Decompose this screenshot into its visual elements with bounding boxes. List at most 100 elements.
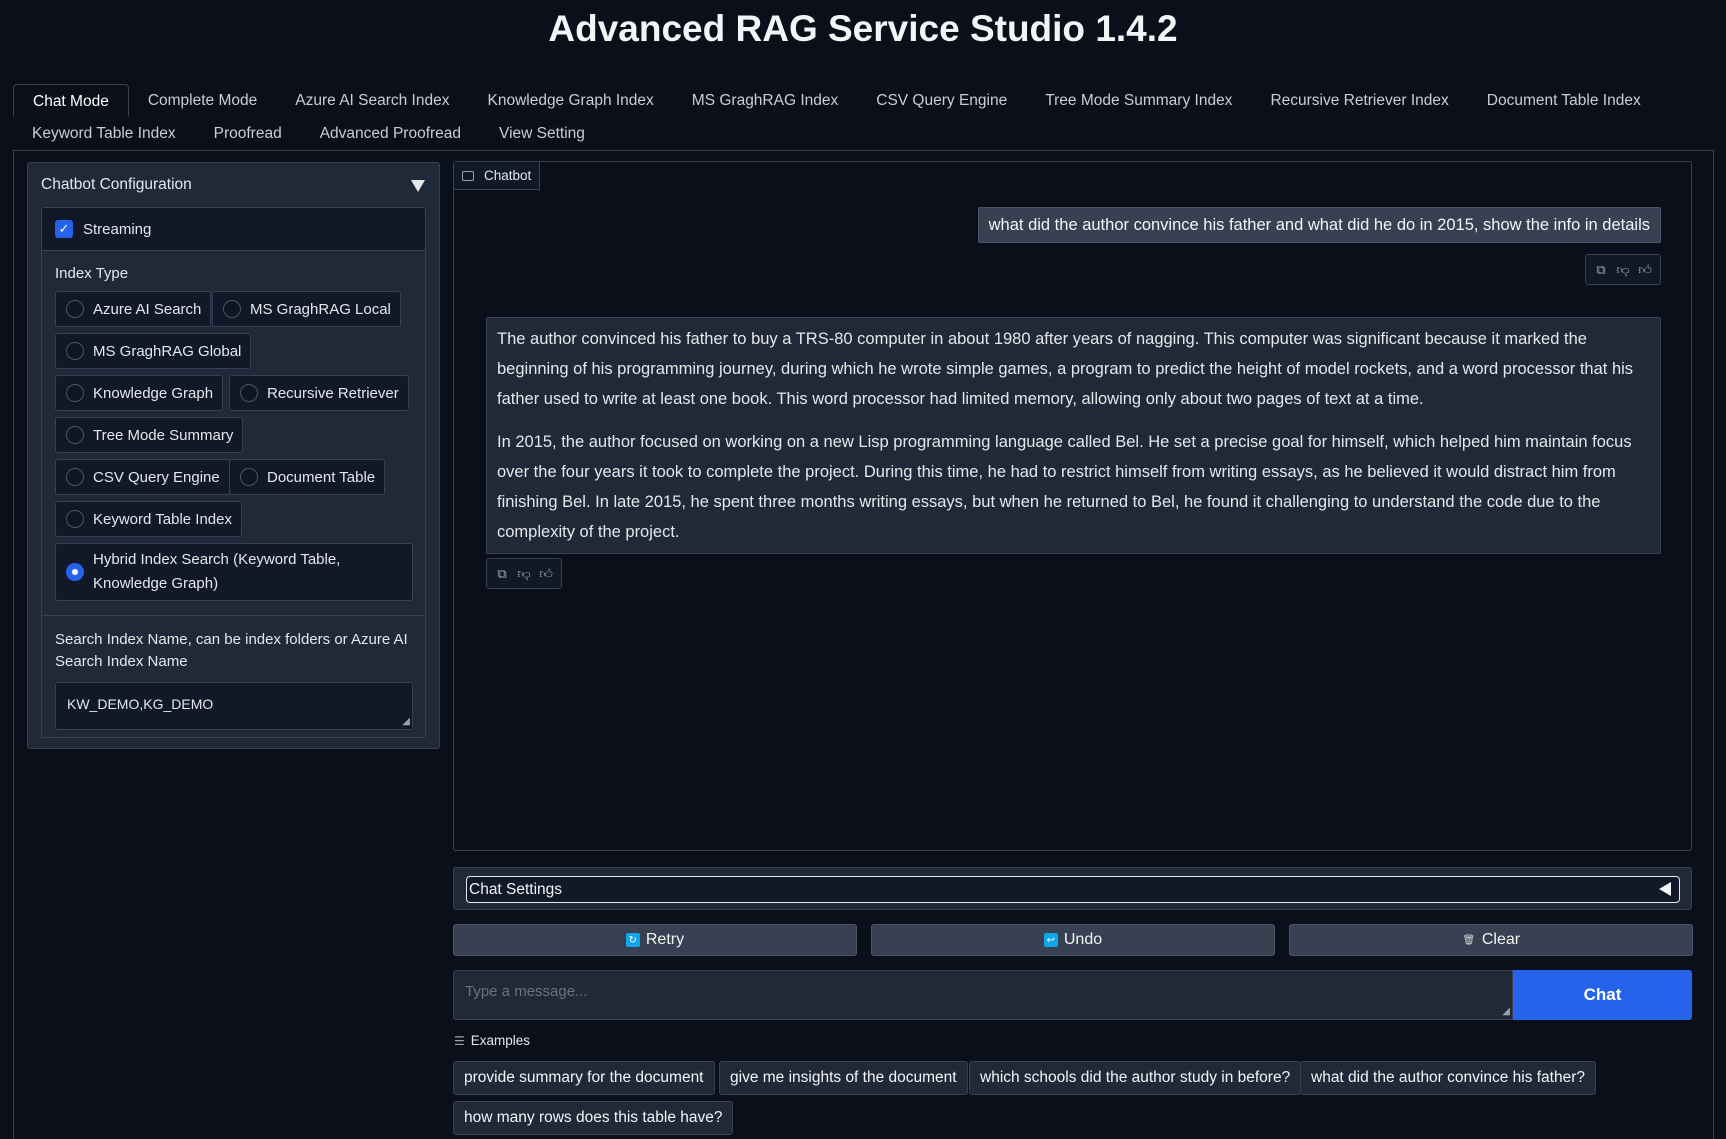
example-item[interactable]: give me insights of the document <box>719 1061 968 1095</box>
thumbs-up-icon[interactable]: 👍︎ <box>536 564 556 584</box>
radio-label: Tree Mode Summary <box>93 426 234 444</box>
clear-button[interactable]: 🗑︎ Clear <box>1289 924 1693 956</box>
example-item[interactable]: which schools did the author study in be… <box>969 1061 1302 1095</box>
tab-ms-graphrag-index[interactable]: MS GraghRAG Index <box>673 84 857 117</box>
collapse-triangle-icon[interactable] <box>411 180 425 192</box>
radio-dot-selected[interactable] <box>66 563 84 581</box>
message-input[interactable]: Type a message... ◢ <box>453 970 1513 1020</box>
radio-document-table[interactable]: Document Table <box>229 459 386 495</box>
retry-button[interactable]: ↻ Retry <box>453 924 857 956</box>
undo-icon: ↩ <box>1043 933 1058 947</box>
expand-triangle-icon[interactable] <box>1659 882 1671 896</box>
tab-chat-mode[interactable]: Chat Mode <box>13 84 129 117</box>
radio-dot[interactable] <box>223 300 241 318</box>
message-input-placeholder: Type a message... <box>465 983 588 1000</box>
tab-advanced-proofread[interactable]: Advanced Proofread <box>301 117 480 150</box>
radio-tree-mode-summary[interactable]: Tree Mode Summary <box>55 417 244 453</box>
copy-icon[interactable]: ⧉ <box>1591 260 1611 280</box>
search-index-value: KW_DEMO,KG_DEMO <box>67 696 214 712</box>
radio-label: CSV Query Engine <box>93 468 220 486</box>
app-title: Advanced RAG Service Studio 1.4.2 <box>548 8 1178 49</box>
thumbs-down-icon[interactable]: 👎︎ <box>1613 260 1633 280</box>
index-type-group: Index Type Azure AI Search MS GraghRAG L… <box>41 251 426 616</box>
retry-label: Retry <box>645 931 685 948</box>
index-type-label: Index Type <box>55 265 129 282</box>
tab-bar: Chat Mode Complete Mode Azure AI Search … <box>13 84 1713 150</box>
radio-dot[interactable] <box>66 426 84 444</box>
tab-azure-ai-search-index[interactable]: Azure AI Search Index <box>276 84 468 117</box>
example-item[interactable]: how many rows does this table have? <box>453 1101 734 1135</box>
undo-button[interactable]: ↩ Undo <box>871 924 1275 956</box>
user-message-actions: ⧉ 👎︎ 👍︎ <box>1585 254 1661 285</box>
radio-label: Document Table <box>267 468 376 486</box>
retry-icon: ↻ <box>625 933 640 947</box>
chat-settings-header[interactable]: Chat Settings <box>466 876 1680 903</box>
radio-dot[interactable] <box>240 384 258 402</box>
tab-knowledge-graph-index[interactable]: Knowledge Graph Index <box>468 84 672 117</box>
radio-label: Hybrid Index Search (Keyword Table, Know… <box>93 551 341 592</box>
bot-paragraph: The author convinced his father to buy a… <box>497 330 1634 408</box>
examples-label: Examples <box>470 1033 531 1048</box>
tab-complete-mode[interactable]: Complete Mode <box>129 84 276 117</box>
streaming-checkbox-row[interactable]: ✓ Streaming <box>41 207 426 251</box>
user-message: what did the author convince his father … <box>977 207 1661 243</box>
chat-settings-label: Chat Settings <box>469 881 563 898</box>
chatbot-configuration-panel: Chatbot Configuration ✓ Streaming Index … <box>27 162 440 749</box>
config-header-label: Chatbot Configuration <box>41 176 192 193</box>
tab-tree-mode-summary-index[interactable]: Tree Mode Summary Index <box>1026 84 1251 117</box>
tab-proofread[interactable]: Proofread <box>195 117 301 150</box>
trash-icon: 🗑︎ <box>1462 934 1476 946</box>
search-index-name-group: Search Index Name, can be index folders … <box>41 616 426 738</box>
chatbot-label: Chatbot <box>484 168 532 183</box>
radio-dot[interactable] <box>66 510 84 528</box>
streaming-checkbox[interactable]: ✓ <box>55 220 73 238</box>
bot-message: The author convinced his father to buy a… <box>486 317 1661 554</box>
radio-dot[interactable] <box>66 468 84 486</box>
radio-label: Azure AI Search <box>93 300 202 318</box>
radio-ms-graphrag-global[interactable]: MS GraghRAG Global <box>55 333 252 369</box>
copy-icon[interactable]: ⧉ <box>492 564 512 584</box>
chatbot-label-tag: Chatbot <box>454 162 541 190</box>
tab-view-setting[interactable]: View Setting <box>480 117 604 150</box>
examples-header: ☰ Examples <box>454 1033 530 1048</box>
list-icon: ☰ <box>454 1033 465 1048</box>
chat-settings-accordion[interactable]: Chat Settings <box>453 867 1692 910</box>
radio-knowledge-graph[interactable]: Knowledge Graph <box>55 375 224 411</box>
radio-dot[interactable] <box>240 468 258 486</box>
radio-keyword-table-index[interactable]: Keyword Table Index <box>55 501 242 537</box>
tab-recursive-retriever-index[interactable]: Recursive Retriever Index <box>1251 84 1467 117</box>
example-item[interactable]: what did the author convince his father? <box>1300 1061 1597 1095</box>
search-index-name-label: Search Index Name, can be index folders … <box>55 631 408 670</box>
resize-handle-icon[interactable]: ◢ <box>402 716 410 727</box>
tab-keyword-table-index[interactable]: Keyword Table Index <box>13 117 195 150</box>
example-item[interactable]: provide summary for the document <box>453 1061 715 1095</box>
radio-dot[interactable] <box>66 384 84 402</box>
chat-send-button[interactable]: Chat <box>1513 970 1692 1020</box>
thumbs-down-icon[interactable]: 👎︎ <box>514 564 534 584</box>
clear-label: Clear <box>1481 931 1521 948</box>
radio-dot[interactable] <box>66 300 84 318</box>
chat-bubble-icon <box>462 170 474 181</box>
bot-paragraph: In 2015, the author focused on working o… <box>497 433 1632 541</box>
config-accordion-header[interactable]: Chatbot Configuration <box>28 163 439 207</box>
tab-csv-query-engine[interactable]: CSV Query Engine <box>857 84 1026 117</box>
thumbs-up-icon[interactable]: 👍︎ <box>1635 260 1655 280</box>
bot-message-actions: ⧉ 👎︎ 👍︎ <box>486 558 562 589</box>
radio-recursive-retriever[interactable]: Recursive Retriever <box>229 375 409 411</box>
tab-document-table-index[interactable]: Document Table Index <box>1468 84 1660 117</box>
radio-ms-graphrag-local[interactable]: MS GraghRAG Local <box>212 291 401 327</box>
search-index-name-input[interactable]: KW_DEMO,KG_DEMO ◢ <box>55 682 413 730</box>
radio-label: Keyword Table Index <box>93 510 232 528</box>
radio-label: Knowledge Graph <box>93 384 214 402</box>
resize-handle-icon[interactable]: ◢ <box>1502 1006 1510 1017</box>
radio-label: MS GraghRAG Global <box>93 342 242 360</box>
radio-label: MS GraghRAG Local <box>250 300 391 318</box>
radio-label: Recursive Retriever <box>267 384 399 402</box>
radio-azure-ai-search[interactable]: Azure AI Search <box>55 291 212 327</box>
radio-csv-query-engine[interactable]: CSV Query Engine <box>55 459 230 495</box>
streaming-label: Streaming <box>83 220 152 238</box>
radio-dot[interactable] <box>66 342 84 360</box>
chatbot-panel: Chatbot what did the author convince his… <box>453 161 1692 851</box>
radio-hybrid-index-search[interactable]: Hybrid Index Search (Keyword Table, Know… <box>55 543 413 601</box>
undo-label: Undo <box>1063 931 1103 948</box>
